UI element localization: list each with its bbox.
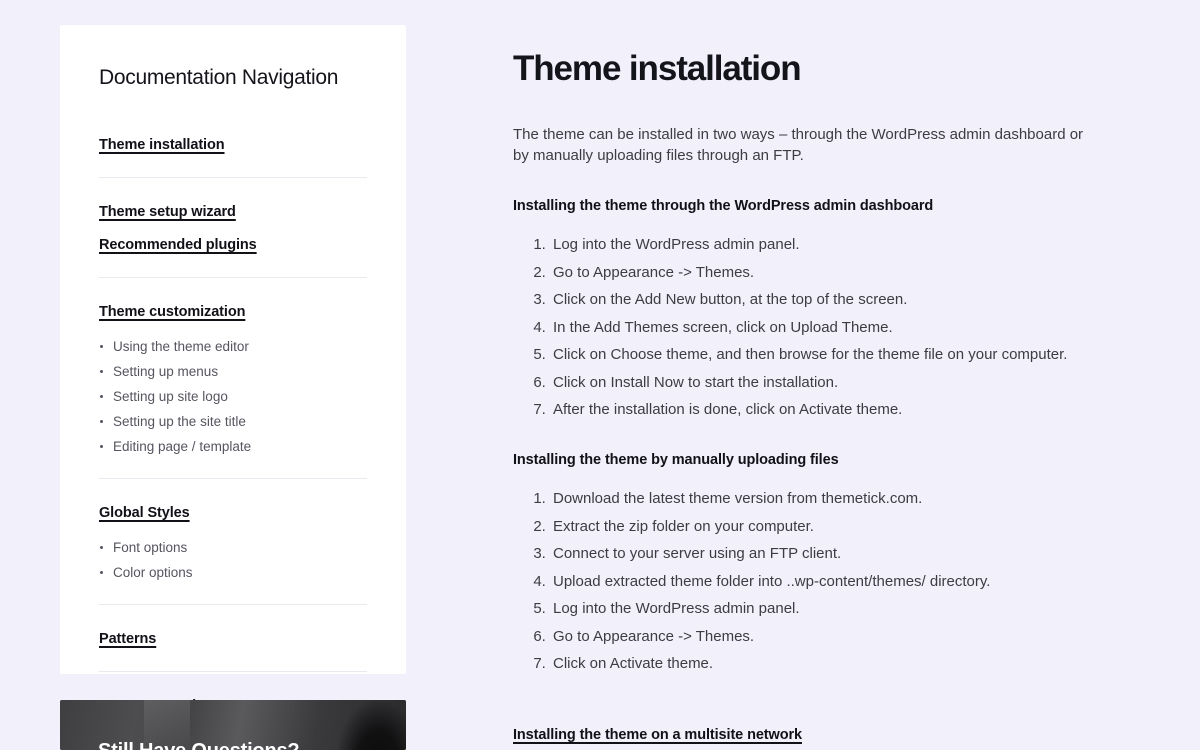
intro-paragraph: The theme can be installed in two ways –… [513, 126, 1084, 164]
list-item: After the installation is done, click on… [550, 399, 1113, 420]
sidebar-sublist-global-styles: Font options Color options [99, 539, 367, 582]
nav-link-row: Recommended plugins [99, 235, 367, 255]
sidebar-content: Documentation Navigation Theme installat… [99, 64, 367, 739]
nav-group-3: Theme customization Using the theme edit… [99, 302, 367, 456]
list-item: Go to Appearance -> Themes. [550, 626, 1113, 647]
nav-group-2: Theme setup wizard Recommended plugins [99, 202, 367, 255]
nav-link-row: Patterns [99, 629, 367, 649]
page-title: Theme installation [513, 49, 802, 88]
list-item: Log into the WordPress admin panel. [550, 598, 1113, 619]
nav-group-4: Global Styles Font options Color options [99, 503, 367, 582]
nav-link-row: Theme installation [99, 135, 367, 155]
list-item: Click on the Add New button, at the top … [550, 289, 1113, 310]
sidebar-sublist-theme-customization: Using the theme editor Setting up menus … [99, 338, 367, 456]
sidebar-subitem-color-options[interactable]: Color options [99, 564, 367, 582]
bullet-icon [100, 420, 103, 423]
nav-group-5: Patterns [99, 629, 367, 649]
nav-link-row: Theme setup wizard [99, 202, 367, 222]
section-heading-admin-dashboard: Installing the theme through the WordPre… [513, 198, 934, 214]
sidebar-subitem-using-the-theme-editor[interactable]: Using the theme editor [99, 338, 367, 356]
list-item: Click on Install Now to start the instal… [550, 372, 1113, 393]
bullet-icon [100, 571, 103, 574]
nav-group-1: Theme installation [99, 135, 367, 155]
documentation-page: Documentation Navigation Theme installat… [0, 0, 1200, 750]
nav-link-row: Global Styles [99, 503, 367, 523]
bullet-icon [100, 445, 103, 448]
sidebar-subitem-label: Setting up the site title [113, 414, 246, 429]
list-item: Click on Activate theme. [550, 653, 1113, 674]
sidebar-link-recommended-plugins[interactable]: Recommended plugins [99, 235, 257, 255]
documentation-navigation-sidebar: Documentation Navigation Theme installat… [60, 25, 406, 739]
sidebar-link-theme-customization[interactable]: Theme customization [99, 302, 245, 322]
list-item: Upload extracted theme folder into ..wp-… [550, 571, 1113, 592]
still-have-questions-card[interactable]: Still Have Questions? [60, 700, 406, 750]
sidebar-subitem-label: Font options [113, 540, 188, 555]
sidebar-link-theme-installation[interactable]: Theme installation [99, 135, 225, 155]
sidebar-title: Documentation Navigation [99, 66, 339, 89]
bullet-icon [100, 370, 103, 373]
list-item: Click on Choose theme, and then browse f… [550, 344, 1113, 365]
sidebar-subitem-setting-up-menus[interactable]: Setting up menus [99, 363, 367, 381]
bullet-icon [100, 546, 103, 549]
sidebar-subitem-setting-up-the-site-title[interactable]: Setting up the site title [99, 413, 367, 431]
sidebar-subitem-label: Setting up site logo [113, 389, 228, 404]
sidebar-subitem-editing-page-template[interactable]: Editing page / template [99, 438, 367, 456]
sidebar-link-global-styles[interactable]: Global Styles [99, 503, 190, 523]
sidebar-subitem-label: Using the theme editor [113, 339, 249, 354]
sidebar-link-theme-setup-wizard[interactable]: Theme setup wizard [99, 202, 236, 222]
bullet-icon [100, 345, 103, 348]
sidebar-link-patterns[interactable]: Patterns [99, 629, 156, 649]
section-heading-manual-upload: Installing the theme by manually uploadi… [513, 452, 839, 468]
list-item: Extract the zip folder on your computer. [550, 516, 1113, 537]
sidebar-subitem-setting-up-site-logo[interactable]: Setting up site logo [99, 388, 367, 406]
sidebar-subitem-label: Editing page / template [113, 439, 252, 454]
list-item: Go to Appearance -> Themes. [550, 262, 1113, 283]
steps-list-manual-upload: Download the latest theme version from t… [513, 488, 1113, 674]
section-link-multisite-network[interactable]: Installing the theme on a multisite netw… [513, 725, 1113, 745]
sidebar-subitem-label: Setting up menus [113, 364, 219, 379]
list-item: Connect to your server using an FTP clie… [550, 543, 1113, 564]
promo-card-title: Still Have Questions? [98, 738, 300, 750]
main-content: Theme installation The theme can be inst… [513, 0, 1113, 745]
list-item: In the Add Themes screen, click on Uploa… [550, 317, 1113, 338]
list-item: Download the latest theme version from t… [550, 488, 1113, 509]
list-item: Log into the WordPress admin panel. [550, 234, 1113, 255]
steps-list-admin-dashboard: Log into the WordPress admin panel. Go t… [513, 234, 1113, 420]
nav-link-row: Theme customization [99, 302, 367, 322]
sidebar-subitem-label: Color options [113, 565, 193, 580]
bullet-icon [100, 395, 103, 398]
sidebar-subitem-font-options[interactable]: Font options [99, 539, 367, 557]
